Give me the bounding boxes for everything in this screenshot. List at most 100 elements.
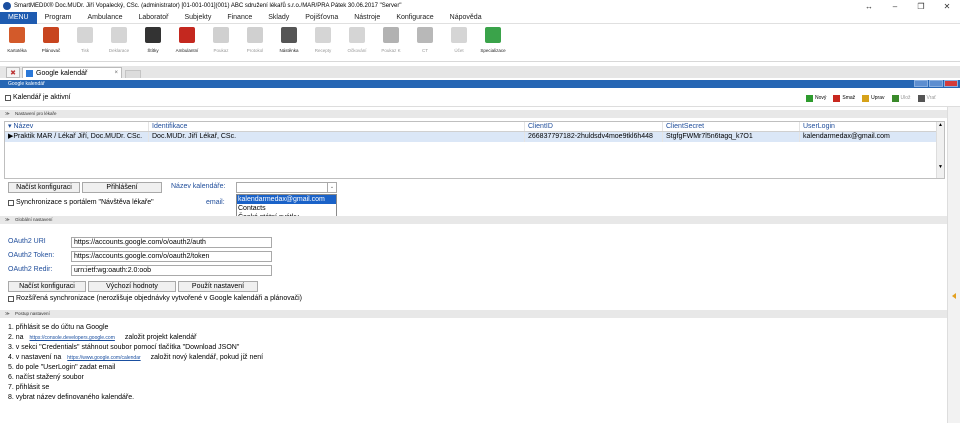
chevron-down-icon[interactable]: ⌄ [327, 183, 336, 192]
developers-console-link[interactable]: https://console.developers.google.com [30, 335, 115, 341]
toolbar-label: Deklarace [108, 48, 130, 53]
toolbar-label: Kartotéka [7, 48, 27, 53]
calendar-icon [43, 27, 59, 43]
list-item: 3. v sekci "Credentials" stáhnout soubor… [8, 344, 240, 351]
load-config-button[interactable]: Načíst konfiguraci [8, 182, 80, 193]
action-label: Vrať [926, 95, 936, 101]
menu-button[interactable]: MENU [0, 11, 37, 24]
column-header-clientid[interactable]: ClientID [525, 122, 663, 131]
section-global-settings[interactable]: ≫ Globální nastavení [0, 216, 947, 224]
apply-settings-button[interactable]: Použít nastavení [178, 281, 258, 292]
toolbar-button-o-kov-n-[interactable]: Očkování [340, 24, 374, 62]
action-ulo-[interactable]: Ulož [891, 94, 911, 102]
grid-vertical-scrollbar[interactable]: ▲ ▼ [936, 122, 944, 178]
acrobat-icon [179, 27, 195, 43]
oauth-uri-field[interactable]: https://accounts.google.com/o/oauth2/aut… [71, 237, 272, 248]
toolbar-button--et[interactable]: Účet [442, 24, 476, 62]
toolbar-button-poukaz-k[interactable]: Poukaz K [374, 24, 408, 62]
toolbar-button--t-tky[interactable]: Štítky [136, 24, 170, 62]
column-header-identifikace[interactable]: Identifikace [149, 122, 525, 131]
checkbox-box[interactable] [5, 94, 11, 101]
action-sma-[interactable]: Smaž [833, 94, 855, 102]
toolbar-label: Štítky [147, 48, 159, 53]
menu-napoveda[interactable]: Nápověda [442, 12, 490, 24]
calendar-active-label: Kalendář je aktivní [13, 94, 71, 101]
toolbar-button-n-st-nka[interactable]: Nástěnka [272, 24, 306, 62]
syringe-icon [349, 27, 365, 43]
oauth-load-config-button[interactable]: Načíst konfiguraci [8, 281, 86, 292]
checkbox-box[interactable] [8, 295, 14, 302]
step-text: založit nový kalendář, pokud již není [150, 354, 264, 361]
column-header-nazev[interactable]: ▾ Název [5, 122, 149, 131]
section-procedure[interactable]: ≫ Postup nastavení [0, 310, 947, 318]
list-item: 2. na https://console.developers.google.… [8, 333, 263, 343]
toolbar-button-ct[interactable]: CT [408, 24, 442, 62]
panel-restore-button[interactable] [929, 80, 943, 87]
toolbar-button-tisk[interactable]: Tisk [68, 24, 102, 62]
calendar-grid: ▾ Název Identifikace ClientID ClientSecr… [4, 121, 945, 179]
pencil-icon [862, 94, 870, 102]
notes-icon [281, 27, 297, 43]
panel-close-button[interactable] [944, 80, 958, 87]
login-button[interactable]: Přihlášení [82, 182, 162, 193]
oauth-redir-field[interactable]: urn:ietf:wg:oauth:2.0:oob [71, 265, 272, 276]
column-header-userlogin[interactable]: UserLogin [800, 122, 937, 131]
toolbar-button-pl-nova-[interactable]: Plánovač [34, 24, 68, 62]
action-label: Uprav [871, 95, 885, 101]
sync-portal-checkbox[interactable]: Synchronizace s portálem "Návštěva lékař… [8, 199, 154, 206]
google-calendar-link[interactable]: https://www.google.com/calendar [67, 355, 140, 361]
tab-google-kalendar[interactable]: Google kalendář × [22, 67, 122, 78]
app-logo-icon [3, 2, 11, 10]
table-row[interactable]: ▶Praktik MAR / Lékař Jiří, Doc.MUDr. CSc… [5, 132, 944, 142]
menu-sklady[interactable]: Sklady [260, 12, 297, 24]
close-all-tabs-icon[interactable]: ✖ [6, 67, 20, 78]
action-vra-[interactable]: Vrať [917, 94, 936, 102]
extended-sync-checkbox[interactable]: Rozšířená synchronizace (nerozlišuje obj… [8, 295, 302, 302]
action-uprav[interactable]: Uprav [862, 94, 885, 102]
toolbar-label: Tisk [80, 48, 90, 53]
menu-pojistovna[interactable]: Pojišťovna [297, 12, 346, 24]
menu-ambulance[interactable]: Ambulance [79, 12, 130, 24]
toolbar-button-specializace[interactable]: Specializace [476, 24, 510, 62]
side-collapse-strip[interactable] [947, 107, 960, 423]
restore-size-icon[interactable]: ↔ [858, 0, 880, 12]
minimize-button[interactable]: – [884, 0, 906, 12]
section-user-settings[interactable]: ≫ Nastavení pro lékaře [0, 110, 947, 118]
x-icon [917, 94, 925, 102]
dropdown-option[interactable]: kalendarmedax@gmail.com [237, 195, 336, 204]
oauth-token-field[interactable]: https://accounts.google.com/o/oauth2/tok… [71, 251, 272, 262]
tab-close-icon[interactable]: × [114, 70, 118, 76]
collapse-arrow-icon[interactable] [952, 293, 956, 299]
calendar-name-select[interactable]: ⌄ [236, 182, 337, 193]
menu-laborator[interactable]: Laboratoř [131, 12, 177, 24]
grid-header: ▾ Název Identifikace ClientID ClientSecr… [5, 122, 944, 132]
action-nov-[interactable]: Nový [805, 94, 826, 102]
k-letter-icon [383, 27, 399, 43]
dropdown-option[interactable]: Contacts [237, 204, 336, 213]
toolbar-button-deklarace[interactable]: Deklarace [102, 24, 136, 62]
menu-program[interactable]: Program [37, 12, 80, 24]
new-tab-button[interactable] [125, 70, 141, 78]
toolbar-button-recepty[interactable]: Recepty [306, 24, 340, 62]
printer-icon [77, 27, 93, 43]
maximize-button[interactable]: ❐ [910, 0, 932, 12]
toolbar-button-kartot-ka[interactable]: Kartotéka [0, 24, 34, 62]
menu-nastroje[interactable]: Nástroje [346, 12, 388, 24]
toolbar-button-ambulantn-[interactable]: Ambulantní [170, 24, 204, 62]
scroll-down-icon[interactable]: ▼ [937, 164, 944, 170]
cell-identifikace: Doc.MUDr. Jiří Lékař, CSc. [149, 132, 525, 142]
menu-subjekty[interactable]: Subjekty [176, 12, 219, 24]
action-bar: Kalendář je aktivní Nový Smaž Uprav Ulož Vra… [0, 89, 960, 107]
menu-finance[interactable]: Finance [219, 12, 260, 24]
scroll-up-icon[interactable]: ▲ [937, 122, 944, 128]
checkbox-box[interactable] [8, 199, 14, 206]
menu-konfigurace[interactable]: Konfigurace [388, 12, 441, 24]
toolbar-button-protokol[interactable]: Protokol [238, 24, 272, 62]
calendar-active-checkbox[interactable]: Kalendář je aktivní [5, 94, 71, 101]
cell-userlogin: kalendarmedax@gmail.com [800, 132, 937, 142]
column-header-clientsecret[interactable]: ClientSecret [663, 122, 800, 131]
default-values-button[interactable]: Výchozí hodnoty [88, 281, 176, 292]
toolbar-button-poukaz[interactable]: Poukaz [204, 24, 238, 62]
panel-minimize-button[interactable] [914, 80, 928, 87]
close-window-button[interactable]: ✕ [936, 0, 958, 12]
